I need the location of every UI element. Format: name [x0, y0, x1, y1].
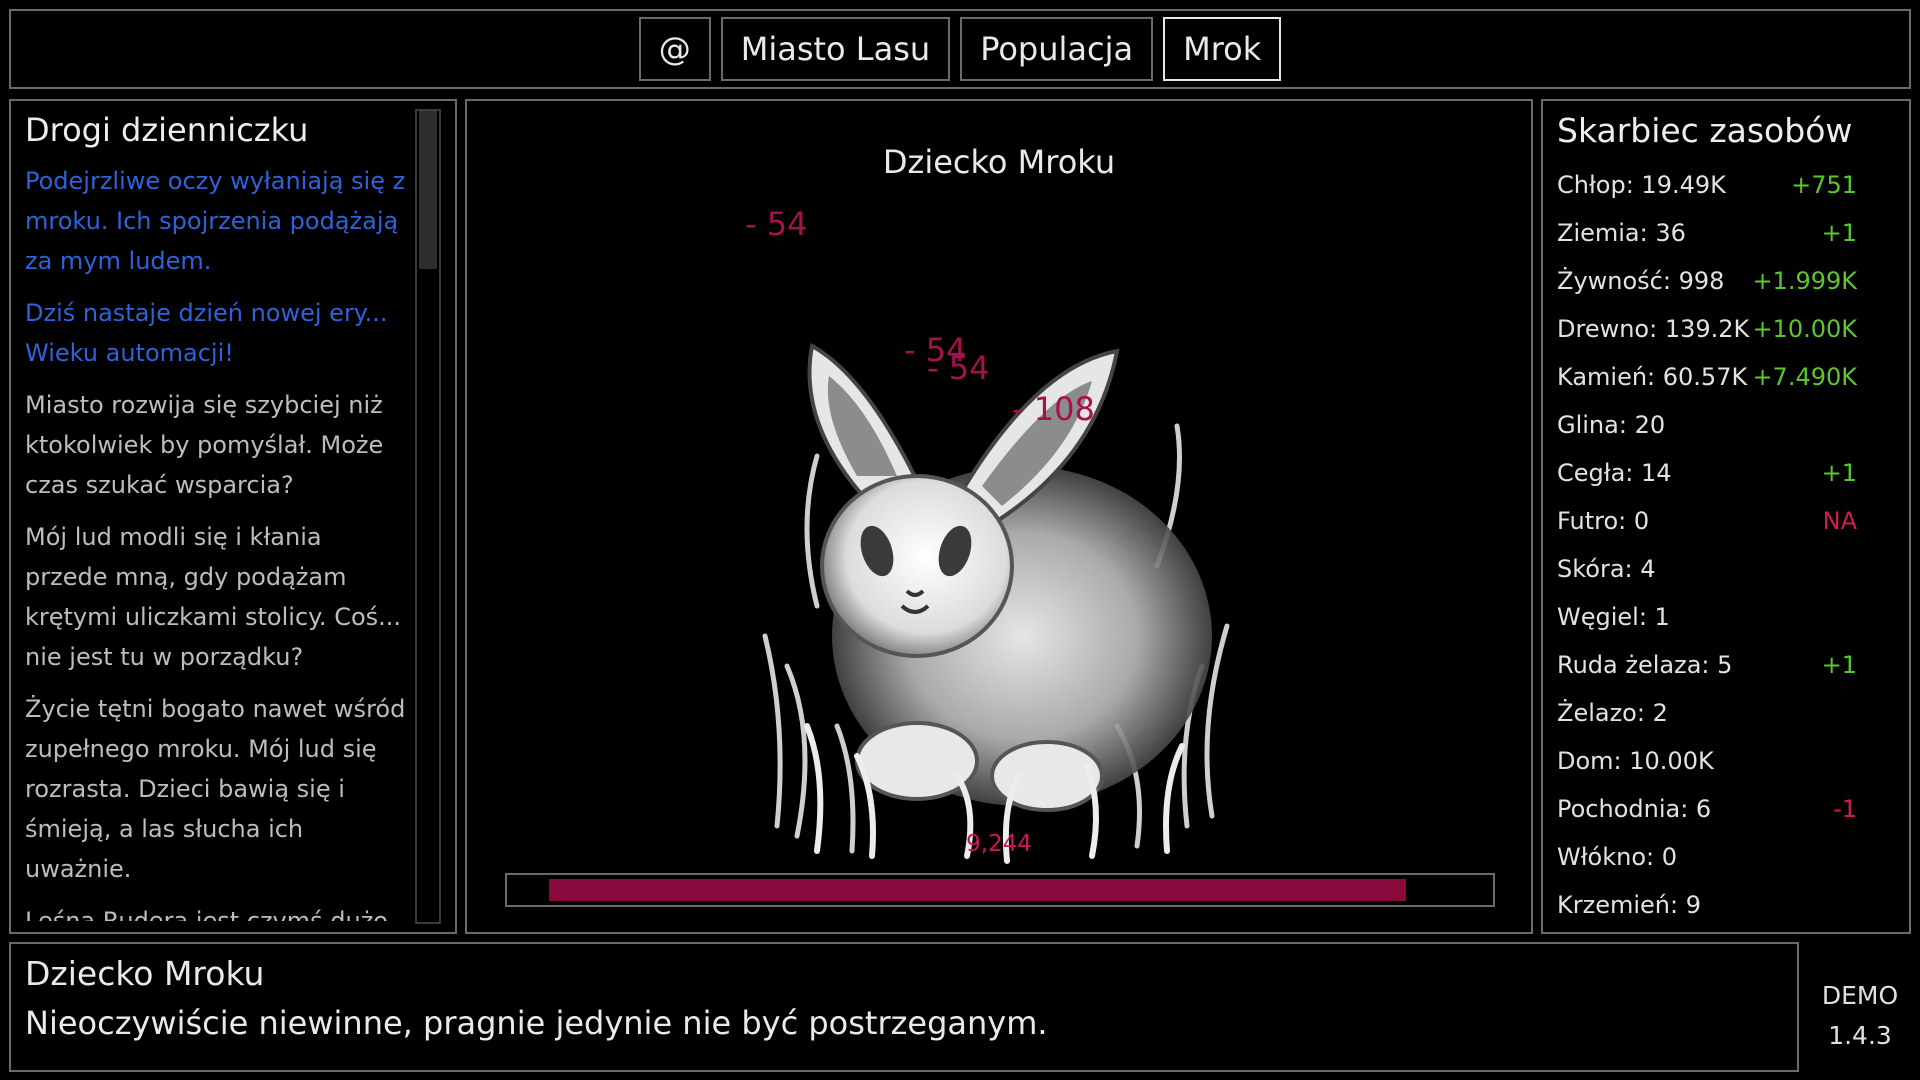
resource-row[interactable]: Dom: 10.00K: [1557, 737, 1857, 785]
resource-rate: +1: [1821, 651, 1857, 679]
tab-forest-city[interactable]: Miasto Lasu: [720, 17, 951, 81]
resource-rate: +751: [1791, 171, 1857, 199]
info-description: Nieoczywiście niewinne, pragnie jedynie …: [25, 1004, 1048, 1042]
journal-scrollbar-thumb[interactable]: [419, 111, 437, 269]
info-panel: Dziecko Mroku Nieoczywiście niewinne, pr…: [9, 942, 1799, 1072]
resource-row[interactable]: Ruda żelaza: 5 +1: [1557, 641, 1857, 689]
enemy-health-fill: [549, 879, 1406, 901]
resource-label: Futro: 0: [1557, 507, 1650, 535]
tab-list: @ Miasto Lasu Populacja Mrok: [11, 17, 1909, 81]
resource-label: Włókno: 0: [1557, 843, 1678, 871]
resource-label: Żywność: 998: [1557, 267, 1725, 295]
journal-entry: Leśna Rudera jest czymś dużo lepszym od …: [25, 907, 388, 921]
tab-profile[interactable]: @: [638, 17, 711, 81]
damage-number: - 54: [927, 349, 990, 387]
resource-label: Chłop: 19.49K: [1557, 171, 1726, 199]
resource-label: Drewno: 139.2K: [1557, 315, 1750, 343]
resource-row[interactable]: Węgiel: 1: [1557, 593, 1857, 641]
resource-rate: +1: [1821, 219, 1857, 247]
tab-darkness[interactable]: Mrok: [1163, 17, 1282, 81]
journal-panel: Drogi dzienniczku Podejrzliwe oczy wyłan…: [9, 99, 457, 934]
resource-row[interactable]: Włókno: 0: [1557, 833, 1857, 881]
journal-entry: Życie tętni bogato nawet wśród zupełnego…: [25, 695, 406, 883]
resources-title: Skarbiec zasobów: [1557, 111, 1853, 150]
journal-entry: Miasto rozwija się szybciej niż ktokolwi…: [25, 391, 384, 499]
resource-row[interactable]: Kamień: 60.57K +7.490K: [1557, 353, 1857, 401]
tab-population[interactable]: Populacja: [960, 17, 1154, 81]
version-number: 1.4.3: [1828, 1021, 1892, 1050]
demo-label: DEMO: [1821, 981, 1899, 1010]
resources-panel: Skarbiec zasobów Chłop: 19.49K +751 Ziemia…: [1541, 99, 1911, 934]
resource-label: Ruda żelaza: 5: [1557, 651, 1733, 679]
enemy-health-bar: [505, 873, 1495, 907]
resource-row[interactable]: Cegła: 14 +1: [1557, 449, 1857, 497]
journal-title: Drogi dzienniczku: [25, 111, 309, 149]
resource-label: Cegła: 14: [1557, 459, 1672, 487]
journal-scrollbar[interactable]: [415, 109, 441, 924]
resource-list: Chłop: 19.49K +751 Ziemia: 36 +1 Żywność: 99…: [1557, 161, 1857, 929]
resource-label: Węgiel: 1: [1557, 603, 1670, 631]
damage-number: - 108: [1012, 390, 1095, 428]
battle-panel: Dziecko Mroku - 54 - 54 - 54 - 108 9,244: [465, 99, 1533, 934]
resource-row[interactable]: Skóra: 4: [1557, 545, 1857, 593]
resource-label: Krzemień: 9: [1557, 891, 1701, 919]
resource-row[interactable]: Glina: 20: [1557, 401, 1857, 449]
resource-row[interactable]: Futro: 0 NA: [1557, 497, 1857, 545]
resource-label: Skóra: 4: [1557, 555, 1656, 583]
resource-rate: +1.999K: [1752, 267, 1857, 295]
resource-rate: NA: [1822, 507, 1857, 535]
resource-label: Pochodnia: 6: [1557, 795, 1712, 823]
resource-row[interactable]: Chłop: 19.49K +751: [1557, 161, 1857, 209]
resource-label: Żelazo: 2: [1557, 699, 1668, 727]
enemy-health-value: 9,244: [966, 831, 1032, 857]
resource-label: Dom: 10.00K: [1557, 747, 1714, 775]
enemy-name: Dziecko Mroku: [882, 143, 1116, 181]
resource-rate: +1: [1821, 459, 1857, 487]
resource-rate: -1: [1833, 795, 1857, 823]
resource-rate: +10.00K: [1752, 315, 1857, 343]
resource-row[interactable]: Żywność: 998 +1.999K: [1557, 257, 1857, 305]
resource-row[interactable]: Żelazo: 2: [1557, 689, 1857, 737]
top-nav-bar: @ Miasto Lasu Populacja Mrok: [9, 9, 1911, 89]
version-badge: DEMO 1.4.3: [1800, 976, 1920, 1056]
journal-entries[interactable]: Podejrzliwe oczy wyłaniają się z mroku. …: [25, 161, 410, 921]
resource-row[interactable]: Ziemia: 36 +1: [1557, 209, 1857, 257]
white-rabbit-creature-illustration[interactable]: [757, 306, 1237, 866]
journal-entry: Dziś nastaje dzień nowej ery... Wieku au…: [25, 299, 388, 367]
resource-label: Kamień: 60.57K: [1557, 363, 1748, 391]
journal-entry: Mój lud modli się i kłania przede mną, g…: [25, 523, 402, 671]
resource-label: Glina: 20: [1557, 411, 1666, 439]
resource-row[interactable]: Krzemień: 9: [1557, 881, 1857, 929]
info-title: Dziecko Mroku: [25, 954, 265, 993]
resource-label: Ziemia: 36: [1557, 219, 1686, 247]
damage-number: - 54: [745, 205, 808, 243]
resource-row[interactable]: Drewno: 139.2K +10.00K: [1557, 305, 1857, 353]
journal-entry: Podejrzliwe oczy wyłaniają się z mroku. …: [25, 167, 406, 275]
resource-row[interactable]: Pochodnia: 6 -1: [1557, 785, 1857, 833]
resource-rate: +7.490K: [1752, 363, 1857, 391]
